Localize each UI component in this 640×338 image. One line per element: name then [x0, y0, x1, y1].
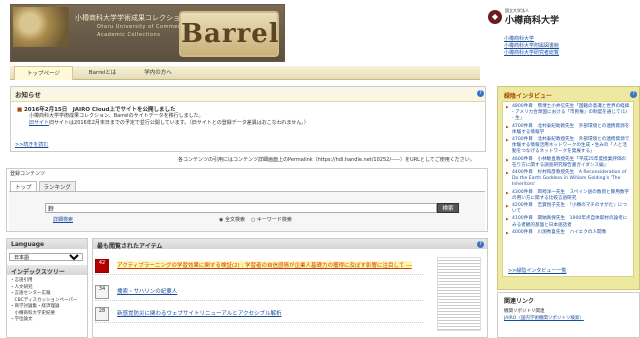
list-item: 28 新感覚防災に関わるウェブサイトリニューアルとアクセシブル解析 [95, 305, 423, 323]
popular-title: 最も閲覧されたアイテム [93, 239, 487, 250]
help-icon[interactable]: ? [630, 91, 637, 98]
barrel-banner[interactable]: 小樽商科大学学術成果コレクション Otaru University of Com… [10, 4, 285, 62]
item-thumbnail[interactable] [437, 257, 481, 331]
item-link[interactable]: 捜索・サハリンの紀要人 [117, 287, 177, 295]
news-icon: ■ [17, 107, 23, 113]
radio-fulltext[interactable]: ◉ 全文検索 [219, 216, 245, 223]
news-item: ■ 2016年2月15日 JAIRO Cloud上でサイトを公開しました 小樽商… [11, 102, 485, 130]
interview-panel: 緑陰インタビュー ? 4800件目 熊博士小井信先生「国籍の意識と世界の経緯 -… [497, 86, 640, 290]
old-site-link[interactable]: 旧サイト [29, 120, 49, 126]
help-icon[interactable]: ? [477, 241, 484, 248]
interview-item[interactable]: 4700件目 北村泰紀教授先生 外部環境との連携資源で体験する情報活用ネットワー… [506, 137, 630, 156]
search-form: 検索 詳細検索 ◉ 全文検索 ○ キーワード検索 [9, 191, 485, 231]
interview-item[interactable]: 4200件目 吉賀悦子先生 『小樽のマチのすがた』について [506, 203, 630, 215]
link-researchers[interactable]: 小樽商科大学研究者総覧 [504, 50, 559, 57]
interview-item[interactable]: 4000件目 川渕秀喜先生 ハイエクの人間像 [506, 230, 630, 236]
news-title: お知らせ [11, 87, 485, 102]
banner-photo [13, 7, 69, 47]
jairo-link[interactable]: JAIRO（国内学術機関リポジトリ検索） [504, 316, 584, 321]
language-panel: Language 日本語 インデックスツリー ・言語引用 ・人文研究 ・言語セン… [6, 238, 88, 338]
news-panel: お知らせ ■ 2016年2月15日 JAIRO Cloud上でサイトを公開しまし… [10, 86, 486, 152]
banner-en-line2: Academic Collections [97, 32, 161, 38]
banner-jp-title: 小樽商科大学学術成果コレクション [75, 14, 187, 22]
search-button[interactable]: 検索 [437, 203, 459, 213]
university-logo[interactable]: ◆ 国立大学法人 小樽商科大学 [488, 8, 559, 26]
news-line2: 旧サイト旧サイトは2016年2月末日までの予定で並行公開しています。（旧サイトと… [29, 120, 479, 127]
link-library[interactable]: 小樽商科大学附属図書館 [504, 43, 559, 50]
item-link[interactable]: アクティブラーニングの学習効果に関する検証(2) : 学習者の自信感情が企業人基… [117, 261, 412, 269]
interview-list-box: 4800件目 熊博士小井信先生「国籍の意識と世界の経緯 - アメリカ合衆国におけ… [502, 101, 634, 277]
radio-fulltext-label: 全文検索 [224, 217, 245, 223]
search-input[interactable] [45, 203, 437, 213]
view-count: 34 [95, 285, 109, 299]
related-category: 機関リポジトリ関連 [504, 309, 545, 314]
license-note: 各コンテンツの引用にはコンテンツ詳細画面上のPermalink（https://… [178, 157, 475, 163]
language-select[interactable]: 日本語 [9, 253, 83, 261]
index-tree-title: インデックスツリー [7, 265, 87, 276]
interview-item[interactable]: 4300件目 岡崎洋一先生 スペイン語の数詞と算用数字の用い方に関する比較言語研… [506, 190, 630, 202]
interview-item[interactable]: 4400件目 杉村和彦教授先生 A Reconsideration of Do … [506, 170, 630, 189]
university-name: 小樽商科大学 [505, 16, 560, 26]
link-university[interactable]: 小樽商科大学 [504, 36, 559, 43]
tab-about[interactable]: Barrelとは [77, 66, 128, 80]
news-more-link[interactable]: >>続きを読む [15, 141, 48, 148]
interview-more-link[interactable]: >>緑陰インタビュー一覧 [508, 267, 566, 274]
search-panel: 登録コンテンツ トップ ランキング 検索 詳細検索 ◉ 全文検索 ○ キーワード… [6, 168, 488, 232]
list-item: 42 アクティブラーニングの学習効果に関する検証(2) : 学習者の自信感情が企… [95, 257, 423, 275]
crest-icon: ◆ [488, 10, 502, 24]
news-line1: 小樽商科大学学術成果コレクション、Barrelのサイトデータを移行しました。 [29, 113, 204, 119]
related-links-panel: 関連リンク 機関リポジトリ関連 JAIRO（国内学術機関リポジトリ検索） [497, 292, 640, 338]
header: 小樽商科大学学術成果コレクション Otaru University of Com… [0, 0, 640, 66]
related-link-jairo[interactable]: JAIRO（国内学術機関リポジトリ検索） [498, 315, 639, 322]
banner-en-line1: Otaru University of Commerce [97, 24, 188, 30]
tab-internal[interactable]: 学内の方へ [132, 66, 184, 80]
interview-item[interactable]: 4700件目 北村泰紀助教先生 外部環境との連携資源を体験する情報学 [506, 124, 630, 136]
tab-top[interactable]: トップページ [14, 66, 73, 80]
radio-keyword-label: キーワード検索 [256, 217, 292, 223]
list-item: 34 捜索・サハリンの紀要人 [95, 283, 423, 301]
search-mode: ◉ 全文検索 ○ キーワード検索 [219, 216, 292, 223]
view-count: 28 [95, 307, 109, 321]
main-nav: トップページ Barrelとは 学内の方へ [10, 66, 480, 80]
barrel-logo: Barrel [179, 11, 279, 57]
news-line2-text: 旧サイトは2016年2月末日までの予定で並行公開しています。（旧サイトとの登録デ… [49, 120, 309, 126]
language-title: Language [7, 239, 87, 249]
university-links: 小樽商科大学 小樽商科大学附属図書館 小樽商科大学研究者総覧 [504, 36, 559, 57]
index-tree: ・言語引用 ・人文研究 ・言語センター広報 CBCディスカッションペーパー ・商… [10, 278, 77, 324]
news-date-title: ■ 2016年2月15日 JAIRO Cloud上でサイトを公開しました [17, 105, 479, 113]
tree-item[interactable]: ・学位論文 [10, 317, 77, 324]
search-panel-title: 登録コンテンツ [10, 171, 46, 177]
related-title: 関連リンク [504, 298, 535, 305]
interview-list: 4800件目 熊博士小井信先生「国籍の意識と世界の経緯 - アメリカ合衆国におけ… [503, 102, 633, 239]
radio-keyword[interactable]: ○ キーワード検索 [251, 216, 292, 223]
interview-item[interactable]: 4800件目 熊博士小井信先生「国籍の意識と世界の経緯 - アメリカ合衆国におけ… [506, 104, 630, 123]
popular-items-panel: 最も閲覧されたアイテム ? 42 アクティブラーニングの学習効果に関する検証(2… [92, 238, 488, 338]
view-count: 42 [95, 259, 109, 273]
item-link[interactable]: 新感覚防災に関わるウェブサイトリニューアルとアクセシブル解析 [117, 309, 281, 317]
advanced-search-link[interactable]: 詳細検索 [53, 216, 73, 223]
university-small: 国立大学法人 [505, 8, 529, 13]
interview-item[interactable]: 4100件目 関納真保先生 1900年点自体取材の論考にみる者観的基盤と日本語話… [506, 216, 630, 228]
help-icon[interactable]: ? [477, 90, 484, 97]
interview-item[interactable]: 4600件目 小林敏直教授先生「平成25年度授業評価の在り方に関する調査研究報告… [506, 157, 630, 169]
